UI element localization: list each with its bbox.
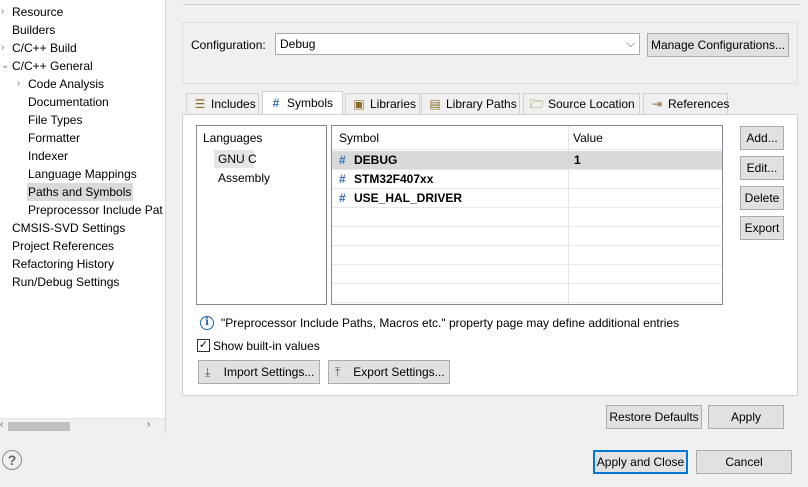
info-text: "Preprocessor Include Paths, Macros etc.…	[221, 316, 680, 330]
symbol-cell: DEBUG	[354, 153, 398, 167]
show-builtin-label: Show built-in values	[213, 339, 320, 353]
apply-and-close-button[interactable]: Apply and Close	[593, 450, 688, 474]
hash-icon: #	[272, 96, 280, 110]
export-settings-button[interactable]: ⤒ Export Settings...	[328, 360, 450, 384]
import-icon: ⤓	[205, 365, 211, 379]
symbols-table[interactable]: Symbol Value # DEBUG 1 # STM32F407xx # USE_HAL…	[331, 125, 723, 305]
tree-item-paths-and-symbols[interactable]: Paths and Symbols	[27, 183, 134, 201]
tree-item-project-references[interactable]: Project References	[11, 237, 116, 255]
table-header	[332, 126, 722, 150]
table-row[interactable]	[332, 265, 722, 284]
tab-label: Symbols	[287, 96, 334, 110]
library-paths-icon: ▤	[429, 97, 441, 111]
export-icon: ⤒	[335, 365, 341, 379]
tree-item-documentation[interactable]: Documentation	[27, 93, 111, 111]
tab-source-location[interactable]: 🗁 Source Location	[523, 93, 640, 114]
references-icon: ⇥	[651, 97, 663, 111]
value-cell: 1	[574, 153, 581, 167]
table-row[interactable]	[332, 208, 722, 227]
table-row[interactable]	[332, 227, 722, 246]
tree-item-file-types[interactable]: File Types	[27, 111, 84, 129]
tab-label: References	[668, 97, 730, 111]
tree-item-resource[interactable]: Resource	[11, 3, 65, 21]
source-folder-icon: 🗁	[529, 97, 545, 111]
manage-configurations-button[interactable]: Manage Configurations...	[647, 33, 789, 57]
configuration-value: Debug	[280, 37, 316, 51]
show-builtin-checkbox[interactable]: ✓	[197, 339, 210, 352]
tree-horizontal-scrollbar[interactable]: ‹ ›	[0, 418, 165, 433]
table-row[interactable]: # USE_HAL_DRIVER	[332, 189, 722, 208]
import-settings-button[interactable]: ⤓ Import Settings...	[198, 360, 320, 384]
table-row[interactable]	[332, 284, 722, 303]
add-button[interactable]: Add...	[740, 126, 784, 150]
expanded-chevron-icon[interactable]: ⌄	[1, 57, 9, 75]
configuration-label: Configuration:	[191, 38, 266, 52]
tree-item-indexer[interactable]: Indexer	[27, 147, 70, 165]
tree-item-preprocessor-include-pat[interactable]: Preprocessor Include Pat	[27, 201, 165, 219]
table-row[interactable]: # STM32F407xx	[332, 170, 722, 189]
hash-icon: #	[339, 153, 346, 167]
scroll-left-icon[interactable]: ‹	[0, 419, 3, 430]
includes-icon: ☰	[194, 97, 206, 111]
table-row[interactable]: # DEBUG 1	[332, 151, 722, 170]
tree-item-cmsis-svd-settings[interactable]: CMSIS-SVD Settings	[11, 219, 127, 237]
symbol-cell: STM32F407xx	[354, 172, 434, 186]
languages-list[interactable]: Languages GNU C Assembly	[196, 125, 327, 305]
tab-label: Source Location	[548, 97, 635, 111]
cancel-button[interactable]: Cancel	[696, 450, 792, 474]
import-settings-label: Import Settings...	[223, 365, 315, 379]
tab-references[interactable]: ⇥ References	[643, 93, 730, 114]
symbol-cell: USE_HAL_DRIVER	[354, 191, 463, 205]
delete-button[interactable]: Delete	[740, 186, 784, 210]
column-header-symbol[interactable]: Symbol	[339, 126, 379, 150]
table-row[interactable]	[332, 246, 722, 265]
tree-item-refactoring-history[interactable]: Refactoring History	[11, 255, 116, 273]
tab-label: Library Paths	[446, 97, 517, 111]
tab-includes[interactable]: ☰ Includes	[186, 93, 259, 114]
scrollbar-thumb[interactable]	[8, 422, 70, 431]
tab-libraries[interactable]: ▣ Libraries	[345, 93, 420, 114]
preferences-tree: Resource › Builders C/C++ Build › C/C++ Gener…	[0, 0, 166, 433]
language-item-assembly[interactable]: Assembly	[218, 169, 270, 187]
scroll-right-icon[interactable]: ›	[147, 419, 150, 430]
configuration-select[interactable]: Debug ⌵	[275, 33, 640, 55]
top-divider	[183, 0, 800, 5]
languages-header: Languages	[203, 131, 263, 145]
collapsed-chevron-icon[interactable]: ›	[17, 75, 20, 93]
tree-item-code-analysis[interactable]: Code Analysis	[27, 75, 106, 93]
libraries-icon: ▣	[353, 97, 365, 111]
collapsed-chevron-icon[interactable]: ›	[1, 3, 4, 21]
tree-item-formatter[interactable]: Formatter	[27, 129, 82, 147]
tree-item-language-mappings[interactable]: Language Mappings	[27, 165, 139, 183]
info-icon: i	[200, 316, 214, 330]
apply-button[interactable]: Apply	[708, 405, 784, 429]
chevron-down-icon: ⌵	[626, 38, 635, 50]
tree-item-c-c-general[interactable]: C/C++ General	[11, 57, 95, 75]
edit-button[interactable]: Edit...	[740, 156, 784, 180]
help-icon[interactable]: ?	[2, 450, 22, 470]
tab-label: Libraries	[370, 97, 417, 111]
hash-icon: #	[339, 172, 346, 186]
export-settings-label: Export Settings...	[353, 365, 445, 379]
tab-library-paths[interactable]: ▤ Library Paths	[421, 93, 520, 114]
column-header-value[interactable]: Value	[573, 126, 603, 150]
collapsed-chevron-icon[interactable]: ›	[1, 39, 4, 57]
tree-item-c-c-build[interactable]: C/C++ Build	[11, 39, 79, 57]
language-item-gnu-c[interactable]: GNU C	[214, 150, 257, 168]
tab-label: Includes	[211, 97, 256, 111]
restore-defaults-button[interactable]: Restore Defaults	[606, 405, 702, 429]
tree-item-run-debug-settings[interactable]: Run/Debug Settings	[11, 273, 121, 291]
export-button[interactable]: Export	[740, 216, 784, 240]
hash-icon: #	[339, 191, 346, 205]
tab-symbols[interactable]: # Symbols	[262, 91, 343, 115]
tree-item-builders[interactable]: Builders	[11, 21, 57, 39]
